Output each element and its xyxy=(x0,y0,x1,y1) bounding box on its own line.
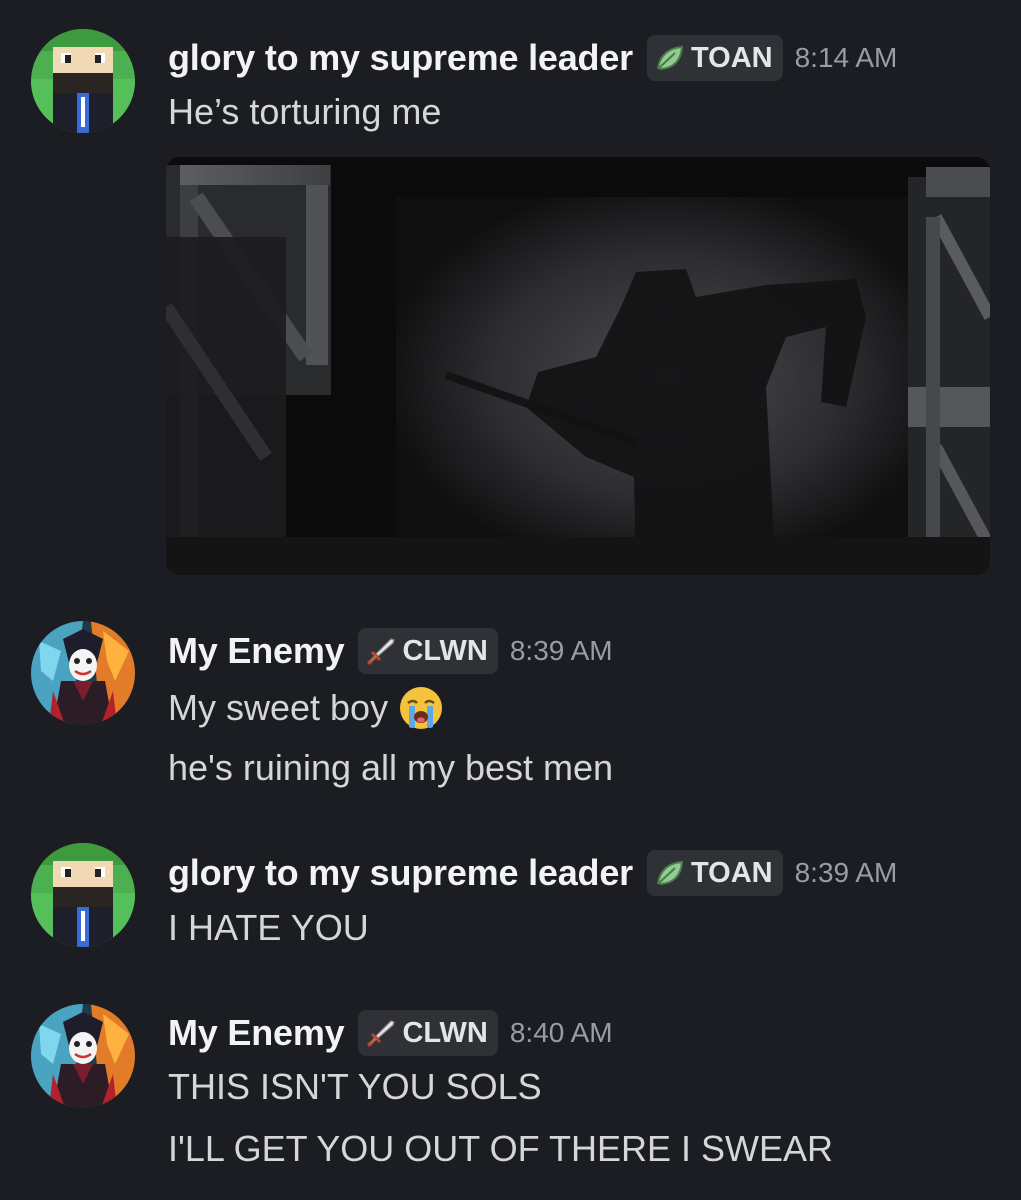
message-line: I'LL GET YOU OUT OF THERE I SWEAR xyxy=(168,1128,834,1169)
username[interactable]: glory to my supreme leader xyxy=(168,37,633,79)
avatar[interactable] xyxy=(31,621,135,725)
server-tag-label: TOAN xyxy=(690,856,773,889)
username[interactable]: glory to my supreme leader xyxy=(168,852,633,894)
username[interactable]: My Enemy xyxy=(168,630,345,672)
message-header: glory to my supreme leader TOAN 8:14 AM xyxy=(168,34,897,82)
message-text: He’s torturing me xyxy=(168,91,441,133)
leaf-icon xyxy=(655,43,685,73)
avatar-image xyxy=(31,843,135,947)
avatar-image xyxy=(31,621,135,725)
timestamp: 8:39 AM xyxy=(794,857,898,888)
message-line: he's ruining all my best men xyxy=(168,747,614,788)
server-tag-label: TOAN xyxy=(690,41,773,74)
avatar[interactable] xyxy=(31,29,135,133)
server-tag-label: CLWN xyxy=(402,1016,488,1049)
avatar-image xyxy=(31,29,135,133)
message-line: I HATE YOU xyxy=(168,907,369,948)
shadow-figure-with-scythe-image xyxy=(166,157,990,575)
timestamp: 8:40 AM xyxy=(509,1017,613,1048)
message-text: he's ruining all my best men xyxy=(168,747,613,789)
timestamp: 8:14 AM xyxy=(794,42,898,73)
avatar[interactable] xyxy=(31,843,135,947)
message-line: My sweet boy xyxy=(168,687,389,728)
message-text: I HATE YOU xyxy=(168,907,369,949)
message-header: My Enemy CLWN 8:39 AM xyxy=(168,627,613,675)
message-header: glory to my supreme leader TOAN 8:39 AM xyxy=(168,849,897,897)
message-line: THIS ISN'T YOU SOLS xyxy=(168,1066,542,1107)
leaf-icon xyxy=(655,858,685,888)
message-text: THIS ISN'T YOU SOLS xyxy=(168,1066,542,1108)
image-attachment[interactable] xyxy=(166,157,990,575)
avatar[interactable] xyxy=(31,1004,135,1108)
username[interactable]: My Enemy xyxy=(168,1012,345,1054)
message-line: He’s torturing me xyxy=(168,91,442,132)
server-tag[interactable]: TOAN xyxy=(646,850,783,896)
sword-icon xyxy=(366,636,396,666)
message-text: I'LL GET YOU OUT OF THERE I SWEAR xyxy=(168,1128,833,1170)
message-text: My sweet boy xyxy=(168,685,444,731)
sword-icon xyxy=(366,1018,396,1048)
avatar-image xyxy=(31,1004,135,1108)
server-tag-label: CLWN xyxy=(402,634,488,667)
loudly-crying-face-emoji xyxy=(398,685,444,731)
server-tag[interactable]: CLWN xyxy=(358,628,498,674)
server-tag[interactable]: TOAN xyxy=(646,35,783,81)
message-header: My Enemy CLWN 8:40 AM xyxy=(168,1009,613,1057)
server-tag[interactable]: CLWN xyxy=(358,1010,498,1056)
timestamp: 8:39 AM xyxy=(509,635,613,666)
